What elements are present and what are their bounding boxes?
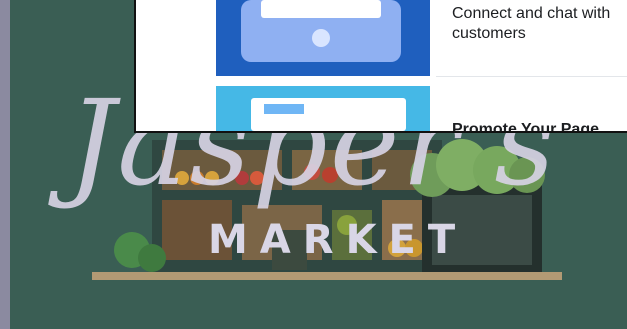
chat-feature-text: Connect and chat with customers [452,5,611,42]
promote-feature-text: Promote Your Page [452,121,599,133]
promote-icon [251,98,406,131]
tablet-chat-icon [241,0,401,62]
overlay-card: Connect and chat with customers Promote … [134,0,627,133]
promote-tile[interactable] [216,86,430,131]
brand-subtitle: MARKET [208,217,468,263]
divider [436,76,627,87]
chat-tile[interactable] [216,0,430,76]
